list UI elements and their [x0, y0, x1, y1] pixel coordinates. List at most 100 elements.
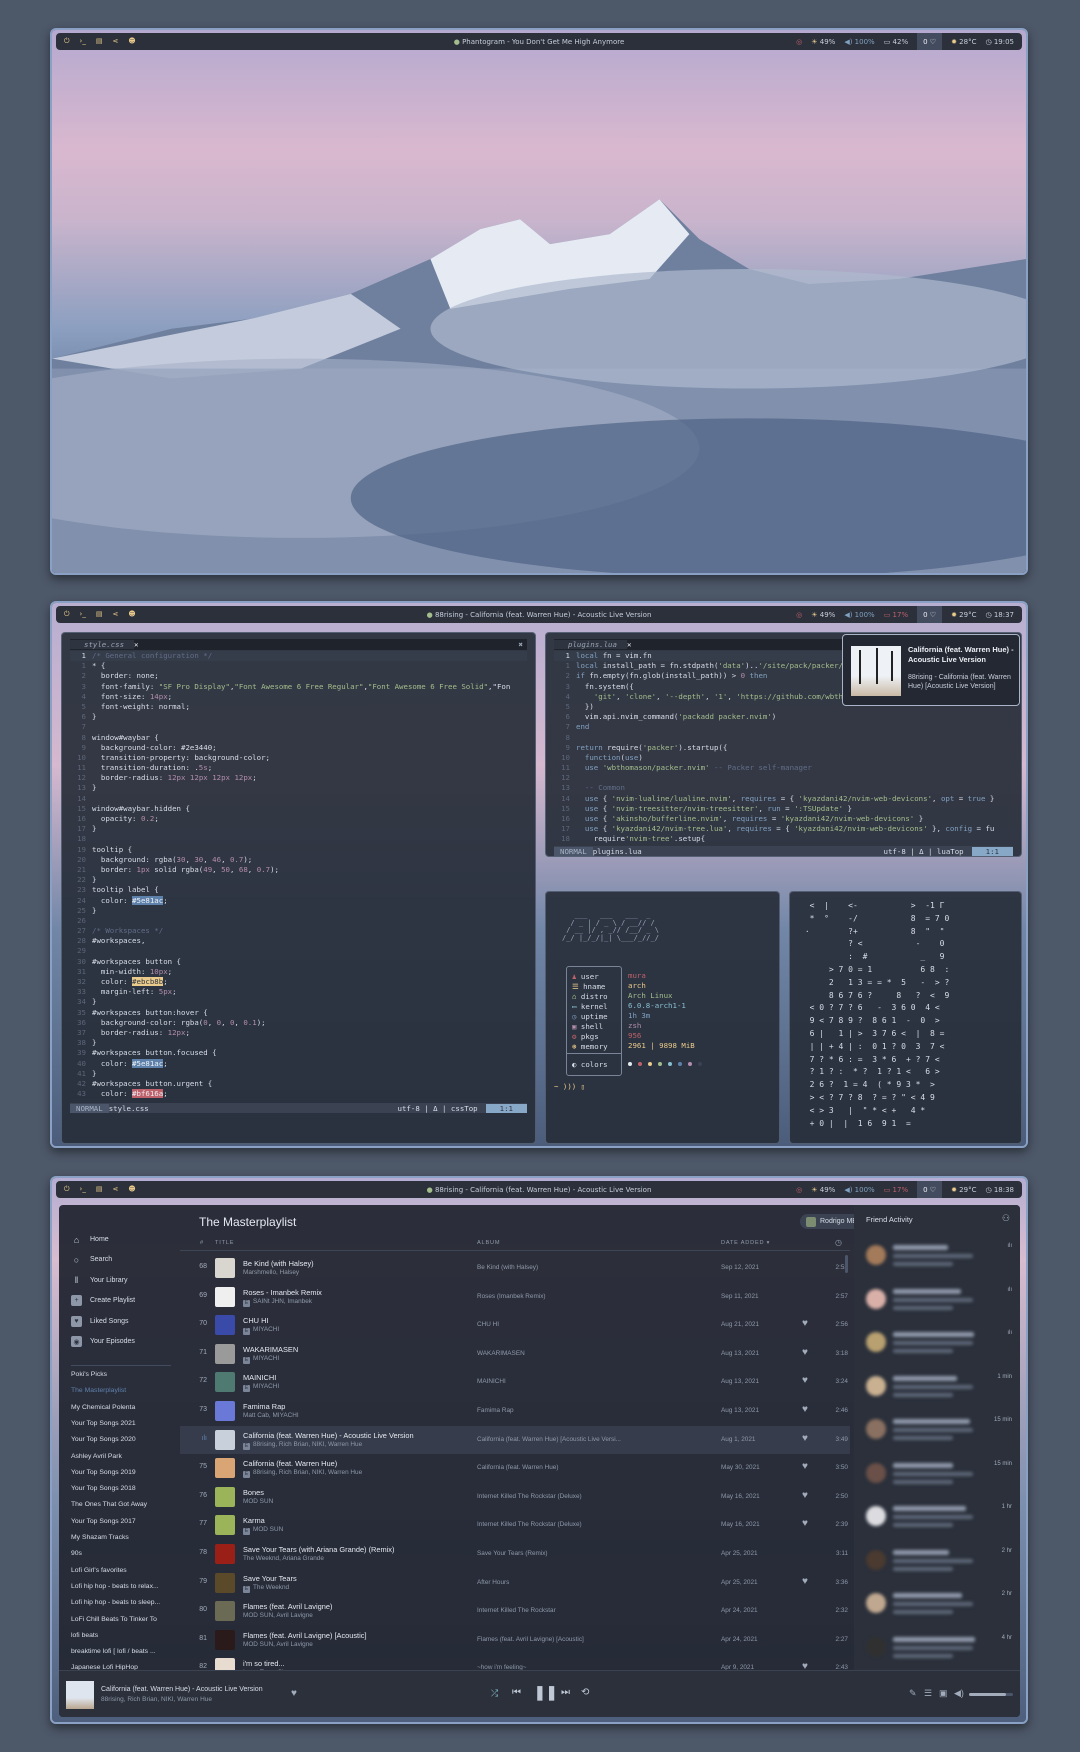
code-line[interactable]: 33 margin-left: 5px;	[70, 987, 527, 997]
track-artist[interactable]: 88rising, Rich Brian, NIKI, Warren Hue	[253, 1469, 362, 1476]
close-tab-icon[interactable]: ✕	[134, 640, 138, 649]
volume-icon[interactable]: ◀)	[954, 1688, 964, 1699]
code-line[interactable]: 25}	[70, 906, 527, 916]
track-artist[interactable]: The Weeknd, Ariana Grande	[243, 1555, 324, 1562]
emoji-icon[interactable]: ☻	[128, 37, 135, 46]
code-line[interactable]: 9 background-color: #2e3440;	[70, 743, 527, 753]
liked-heart-icon[interactable]: ♥	[802, 1375, 808, 1386]
playlist-item[interactable]: 90s	[71, 1550, 82, 1557]
friend-item[interactable]: ılı	[866, 1326, 1016, 1366]
code-line[interactable]: 39 #workspaces button.focused {	[70, 1048, 527, 1058]
code-line[interactable]: 8 window#waybar {	[70, 733, 527, 743]
nav-search[interactable]: ○ Search	[71, 1254, 112, 1265]
code-line[interactable]: 12 border-radius: 12px 12px 12px 12px;	[70, 773, 527, 783]
track-title[interactable]: MAINICHI	[243, 1373, 276, 1382]
track-artist[interactable]: MIYACHI	[253, 1355, 279, 1362]
track-album[interactable]: California (feat. Warren Hue)	[477, 1464, 647, 1471]
share-icon[interactable]: ⋖	[112, 37, 118, 46]
playlist-item[interactable]: Your Top Songs 2017	[71, 1518, 136, 1525]
friend-item[interactable]: 1 hr	[866, 1500, 1016, 1540]
add-friend-icon[interactable]: ⚇	[1002, 1213, 1010, 1224]
nav-home[interactable]: ⌂ Home	[71, 1234, 109, 1245]
code-line[interactable]: 13 -- Common	[554, 783, 1013, 793]
friend-item[interactable]: ılı	[866, 1239, 1016, 1279]
track-title[interactable]: Save Your Tears	[243, 1574, 297, 1583]
track-title[interactable]: Roses - Imanbek Remix	[243, 1288, 322, 1297]
track-album[interactable]: Internet Killed The Rockstar (Deluxe)	[477, 1493, 647, 1500]
code-line[interactable]: 16 opacity: 0.2;	[70, 814, 527, 824]
liked-heart-icon[interactable]: ♥	[802, 1404, 808, 1415]
code-line[interactable]: 26	[70, 916, 527, 926]
terminal-icon[interactable]: ›_	[80, 610, 86, 619]
nav-your-episodes[interactable]: ◉ Your Episodes	[71, 1336, 135, 1347]
power-icon[interactable]: ⏻	[64, 610, 70, 619]
editor-style-css[interactable]: style.css ✕ ✖ 1/* General configuration */…	[61, 632, 536, 1144]
code-line[interactable]: 9 return require('packer').startup({	[554, 743, 1013, 753]
code-line[interactable]: 24 color: #5e81ac;	[70, 895, 527, 906]
friend-item[interactable]: 15 min	[866, 1457, 1016, 1497]
code-line[interactable]: 14 use { 'nvim-lualine/lualine.nvim', re…	[554, 794, 1013, 804]
track-artist[interactable]: Marshmello, Halsey	[243, 1269, 299, 1276]
track-row[interactable]: 77 Karma E MOD SUN Internet Killed The Ro…	[180, 1511, 850, 1539]
terminal-cmatrix[interactable]: < | <- > -1 Γ * ° -/ 8 = 7 0 · ?+ 8 " " …	[789, 891, 1022, 1144]
code-line[interactable]: 30 #workspaces button {	[70, 957, 527, 967]
track-album[interactable]: California (feat. Warren Hue) [Acoustic …	[477, 1436, 647, 1443]
track-album[interactable]: Internet Killed The Rockstar (Deluxe)	[477, 1521, 647, 1528]
playlist-item[interactable]: LoFi Chill Beats To Tinker To	[71, 1616, 157, 1623]
track-row[interactable]: 78 Save Your Tears (with Ariana Grande) …	[180, 1540, 850, 1568]
now-playing-artist[interactable]: 88rising, Rich Brian, NIKI, Warren Hue	[101, 1696, 212, 1703]
track-album[interactable]: Roses (Imanbek Remix)	[477, 1293, 647, 1300]
track-artist[interactable]: The Weeknd	[253, 1584, 289, 1591]
code-area[interactable]: 1/* General configuration */1 * {2 border…	[70, 651, 527, 1099]
workspaces[interactable]: 0 ♡	[917, 606, 943, 623]
file-icon[interactable]: ▤	[96, 1185, 103, 1194]
track-title[interactable]: Bones	[243, 1488, 264, 1497]
track-row[interactable]: 72 MAINICHI E MIYACHI MAINICHI Aug 13, 20…	[180, 1368, 850, 1396]
liked-heart-icon[interactable]: ♥	[802, 1518, 808, 1529]
track-artist[interactable]: MOD SUN, Avril Lavigne	[243, 1612, 313, 1619]
code-line[interactable]: 38}	[70, 1038, 527, 1048]
track-title[interactable]: CHU HI	[243, 1316, 268, 1325]
devices-icon[interactable]: ▣	[939, 1688, 948, 1699]
track-row[interactable]: 73 Famima Rap Matt Cab, MIYACHI Famima R…	[180, 1397, 850, 1425]
track-album[interactable]: WAKARIMASEN	[477, 1350, 647, 1357]
code-line[interactable]: 22}	[70, 875, 527, 885]
code-line[interactable]: 19 tooltip {	[70, 845, 527, 855]
next-icon[interactable]: ⏭	[561, 1687, 570, 1698]
code-line[interactable]: 6 vim.api.nvim_command('packadd packer.n…	[554, 712, 1013, 722]
playlist-item[interactable]: breaktime lofi [ lofi / beats ...	[71, 1648, 156, 1655]
code-line[interactable]: 10 function(use)	[554, 753, 1013, 763]
track-album[interactable]: Save Your Tears (Remix)	[477, 1550, 647, 1557]
code-line[interactable]: 41}	[70, 1069, 527, 1079]
track-row[interactable]: 81 Flames (feat. Avril Lavigne) [Acousti…	[180, 1626, 850, 1654]
code-line[interactable]: 32 color: #ebcb8b;	[70, 977, 527, 987]
playlist-item[interactable]: The Masterplaylist	[71, 1387, 126, 1394]
track-artist[interactable]: MOD SUN	[243, 1498, 273, 1505]
record-icon[interactable]: ◎	[796, 611, 802, 619]
emoji-icon[interactable]: ☻	[128, 610, 135, 619]
track-row[interactable]: 75 California (feat. Warren Hue) E 88risi…	[180, 1454, 850, 1482]
friend-item[interactable]: 15 min	[866, 1413, 1016, 1453]
nav-liked-songs[interactable]: ♥ Liked Songs	[71, 1315, 129, 1327]
terminal-icon[interactable]: ›_	[80, 1185, 86, 1194]
volume-indicator[interactable]: ◀) 100%	[844, 1186, 874, 1194]
playlist-item[interactable]: Lofi hip hop - beats to relax...	[71, 1583, 159, 1590]
track-artist[interactable]: MIYACHI	[253, 1383, 279, 1390]
track-title[interactable]: Flames (feat. Avril Lavigne) [Acoustic]	[243, 1631, 367, 1640]
share-icon[interactable]: ⋖	[112, 610, 118, 619]
workspaces[interactable]: 0 ♡	[917, 1181, 943, 1198]
power-icon[interactable]: ⏻	[64, 37, 70, 46]
pause-icon[interactable]: ❚❚	[534, 1684, 557, 1701]
record-icon[interactable]: ◎	[796, 1186, 802, 1194]
close-window-icon[interactable]: ✖	[519, 640, 527, 649]
volume-indicator[interactable]: ◀) 100%	[844, 38, 874, 46]
terminal-neofetch[interactable]: ___ ___ ___ _ / _ | / _ \ / __// / / __ …	[545, 891, 780, 1144]
track-album[interactable]: CHU HI	[477, 1321, 647, 1328]
code-line[interactable]: 15 window#waybar.hidden {	[70, 804, 527, 814]
code-line[interactable]: 42 #workspaces button.urgent {	[70, 1079, 527, 1089]
close-tab-icon[interactable]: ✕	[627, 640, 631, 649]
friend-item[interactable]: 1 min	[866, 1370, 1016, 1410]
code-line[interactable]: 1 * {	[70, 661, 527, 671]
track-row[interactable]: 79 Save Your Tears E The Weeknd After Hou…	[180, 1569, 850, 1597]
col-album[interactable]: ALBUM	[477, 1240, 500, 1246]
